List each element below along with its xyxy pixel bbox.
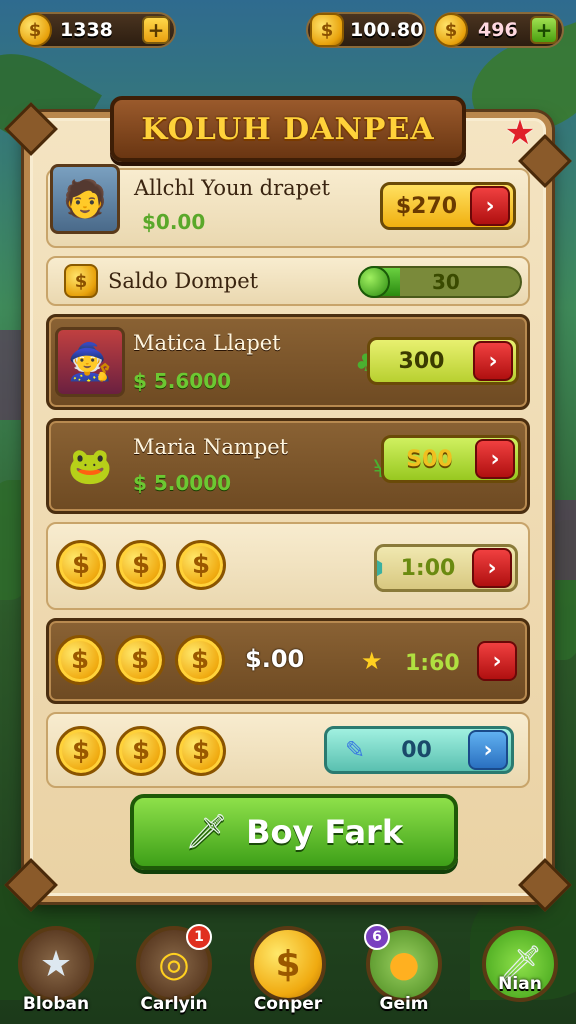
item-name: Allchl Youn drapet <box>134 176 330 200</box>
panel-title-banner: KOLUH DANPEA <box>110 96 466 162</box>
coin-stack-icon: $ <box>64 264 98 298</box>
timer-label: 1:60 <box>405 651 460 676</box>
panel-title: KOLUH DANPEA <box>141 111 435 147</box>
coin-icon: $ <box>55 635 105 685</box>
coin-bundle-row: $ $ $ $.00 ★ 1:60 › <box>46 618 530 704</box>
gem-counter: $ 496 + <box>434 12 564 48</box>
nav-label: Nian <box>498 974 542 994</box>
item-price: $ 5.6000 <box>133 369 232 393</box>
coin-icon: $ <box>250 926 326 1002</box>
shop-row: 🧙 Matica Llapet $ 5.6000 ♣ 300 › <box>46 314 530 410</box>
bundle-amount: $.00 <box>245 645 305 673</box>
nav-item-conper[interactable]: $ Conper <box>246 926 330 1024</box>
timer-label: 1:00 <box>400 555 456 581</box>
item-name: Maria Nampet <box>133 435 289 459</box>
coin-bundle-row: $ $ $ ✎ 00 › <box>46 712 530 788</box>
balance-value: 30 <box>432 270 460 294</box>
timer-button[interactable]: ⬢ 1:00 › <box>374 544 518 592</box>
nav-item-geim[interactable]: ● 6 Geim <box>362 924 446 1024</box>
arrow-right-icon: › <box>473 341 513 381</box>
gold-coin-icon: $ <box>434 13 468 47</box>
arrow-right-icon[interactable]: › <box>477 641 517 681</box>
gem-count: 496 <box>478 19 518 41</box>
star-icon: ★ <box>18 926 94 1002</box>
arrow-right-icon: › <box>472 548 512 588</box>
notification-badge: 6 <box>364 924 390 950</box>
character-portrait: 🧑 <box>50 164 120 234</box>
item-price: $ 5.0000 <box>133 471 232 495</box>
sword-icon: 🗡 <box>184 812 229 852</box>
add-coins-button[interactable]: + <box>142 16 170 44</box>
nav-item-bloban[interactable]: ★ Bloban <box>14 926 98 1024</box>
shop-row: 🧑 Allchl Youn drapet $0.00 $270 › <box>46 164 530 248</box>
buy-button-label: 300 <box>398 348 445 374</box>
shop-row: 🐸 Maria Nampet $ 5.0000 ¥ S00 › <box>46 418 530 514</box>
arrow-right-icon: › <box>468 730 508 770</box>
gem-icon: ⬢ <box>377 554 384 582</box>
buy-button[interactable]: $270 › <box>380 182 516 230</box>
coin-icon: $ <box>56 540 106 590</box>
notification-badge: 1 <box>186 924 212 950</box>
coin-bundle-row: $ $ $ ⬢ 1:00 › <box>46 522 530 610</box>
coin-icon: $ <box>116 726 166 776</box>
buy-pack-button[interactable]: 🗡 Boy Fark <box>130 794 458 870</box>
gold-stack-counter: $ 100.80 <box>306 12 426 48</box>
star-icon: ★ <box>361 647 383 675</box>
nav-label: Bloban <box>22 994 90 1014</box>
item-price: $0.00 <box>142 210 206 234</box>
wallet-label: Saldo Dompet <box>108 269 259 293</box>
green-orb-icon <box>358 266 390 298</box>
claim-button-label: 00 <box>401 737 432 763</box>
buy-button-label: S00 <box>406 446 453 472</box>
coin-icon: $ <box>176 540 226 590</box>
gold-stack-value: 100.80 <box>350 19 424 41</box>
coin-icon: $ <box>176 726 226 776</box>
coin-icon: $ <box>18 13 52 47</box>
nav-label: Carlyin <box>140 994 208 1014</box>
coin-counter: $ 1338 + <box>18 12 176 48</box>
claim-button[interactable]: ✎ 00 › <box>324 726 514 774</box>
creature-portrait: 🐸 <box>67 446 113 487</box>
currency-bar: $ 1338 + $ 100.80 $ 496 + <box>0 8 576 52</box>
buy-button[interactable]: 300 › <box>367 337 519 385</box>
wallet-row: $ Saldo Dompet 30 <box>46 256 530 306</box>
nav-label: Geim <box>379 994 429 1014</box>
ticket-icon: ✎ <box>345 736 366 764</box>
coin-count: 1338 <box>60 19 113 41</box>
item-name: Matica Llapet <box>133 331 281 355</box>
star-icon[interactable]: ★ <box>503 116 537 150</box>
coin-stack-icon: $ <box>310 13 344 47</box>
coin-icon: $ <box>175 635 225 685</box>
coin-icon: $ <box>116 540 166 590</box>
nav-item-nian[interactable]: 🗡 Nian <box>478 926 562 1024</box>
coin-icon: $ <box>115 635 165 685</box>
buy-pack-label: Boy Fark <box>246 813 404 851</box>
coin-icon: $ <box>56 726 106 776</box>
arrow-right-icon: › <box>470 186 510 226</box>
add-gems-button[interactable]: + <box>530 16 558 44</box>
nav-item-carlyin[interactable]: ◎ 1 Carlyin <box>132 924 216 1024</box>
buy-button[interactable]: S00 › <box>381 435 521 483</box>
buy-button-label: $270 <box>395 193 458 219</box>
nav-label: Conper <box>253 994 323 1014</box>
arrow-right-icon: › <box>475 439 515 479</box>
character-portrait: 🧙 <box>55 327 125 397</box>
